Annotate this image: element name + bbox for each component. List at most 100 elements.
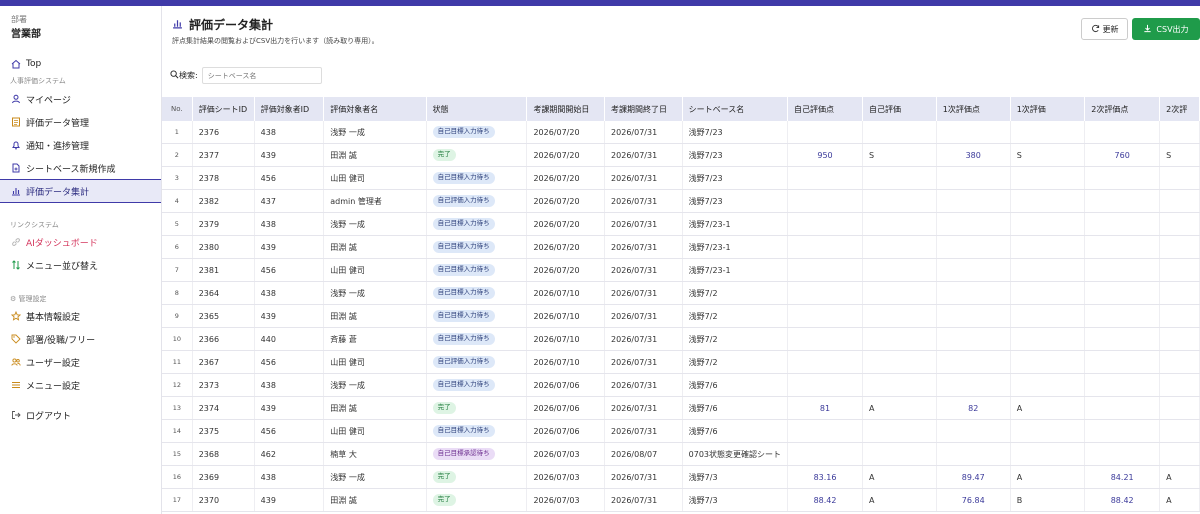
table-cell <box>1010 121 1086 144</box>
sidebar-item-label: Top <box>26 59 42 69</box>
table-cell: 2026/07/31 <box>604 465 683 489</box>
column-header[interactable]: 状態 <box>426 97 528 121</box>
table-cell: 2026/07/20 <box>526 166 606 190</box>
table-cell <box>1010 258 1086 282</box>
table-cell <box>862 419 937 443</box>
column-header[interactable]: 考課期間終了日 <box>604 97 683 121</box>
column-header[interactable]: 評価対象者ID <box>254 97 325 121</box>
table-cell: 438 <box>254 212 325 236</box>
table-cell: 2026/07/31 <box>604 396 683 420</box>
table-row[interactable]: 5 2379 438 浅野 一成 自己目標入力待ち 2026/07/20 2026/07/3… <box>162 212 1200 236</box>
table-cell: 5 <box>162 212 193 236</box>
table-cell: 山田 健司 <box>323 350 427 374</box>
table-cell: 自己目標入力待ち <box>426 304 528 328</box>
sidebar-item-basic-settings[interactable]: 基本情報設定 <box>0 305 161 327</box>
table-cell: 82 <box>936 396 1011 420</box>
table-cell: 2026/07/31 <box>604 235 683 259</box>
users-icon <box>10 357 21 368</box>
section-label-hr: 人事評価システム <box>10 77 66 85</box>
table-cell: 浅野7/2 <box>682 327 789 351</box>
table-row[interactable]: 6 2380 439 田淵 誠自己目標入力待ち 2026/07/20 2026/07/31… <box>162 235 1200 259</box>
table-header-row: No. 評価シートID 評価対象者ID 評価対象者名 状態 考課期間開始日 考課期間終了日シ… <box>162 97 1200 121</box>
column-header[interactable]: 考課期間開始日 <box>526 97 606 121</box>
table-row[interactable]: 7 2381 456 山田 健司 自己目標入力待ち 2026/07/20 2026/07/3… <box>162 258 1200 282</box>
file-plus-icon <box>10 163 21 174</box>
bar-chart-icon <box>172 18 183 32</box>
sidebar-item-new-sheet[interactable]: シートベース新規作成 <box>0 157 161 179</box>
table-cell: 2377 <box>192 143 255 167</box>
table-cell <box>1010 212 1086 236</box>
table-row[interactable]: 1 2376 438 浅野 一成 自己目標入力待ち 2026/07/20 2026/07/3… <box>162 121 1200 144</box>
column-header[interactable]: 2次評価点 <box>1084 97 1161 121</box>
sidebar-item-logout[interactable]: ログアウト <box>0 404 161 426</box>
csv-export-button[interactable]: CSV出力 <box>1132 18 1200 40</box>
table-row[interactable]: 11 2367 456 山田 健司 自己評価入力待ち 2026/07/10 2026/07/… <box>162 350 1200 374</box>
table-cell <box>1010 281 1086 305</box>
table-cell <box>1010 373 1086 397</box>
table-cell: 浅野7/3 <box>682 465 789 489</box>
column-header[interactable]: 自己評価 <box>862 97 937 121</box>
sidebar-item-label: 基本情報設定 <box>26 312 81 323</box>
table-cell: 2026/07/31 <box>604 488 683 512</box>
table-row[interactable]: 9 2365 439 田淵 誠自己目標入力待ち 2026/07/10 2026/07/31… <box>162 304 1200 328</box>
column-header[interactable]: 自己評価点 <box>787 97 864 121</box>
sidebar-item-eval-summary[interactable]: 評価データ集計 <box>0 179 161 203</box>
sidebar-item-dept-role[interactable]: 部署/役職/フリー <box>0 328 161 350</box>
table-cell <box>1010 189 1086 213</box>
table-cell <box>1084 235 1161 259</box>
sidebar-item-menu-sort[interactable]: メニュー並び替え <box>0 254 161 276</box>
table-cell: 7 <box>162 258 193 282</box>
table-row[interactable]: 8 2364 438 浅野 一成 自己目標入力待ち 2026/07/10 2026/07/3… <box>162 281 1200 305</box>
table-row[interactable]: 14 2375 456 山田 健司 自己目標入力待ち 2026/07/06 2026/07/… <box>162 419 1200 443</box>
table-cell <box>1084 419 1161 443</box>
table-cell: 9 <box>162 304 193 328</box>
table-cell: 2026/07/31 <box>604 166 683 190</box>
table-row[interactable]: 16 2369 438 浅野 一成 完了 2026/07/03 2026/07/31 浅野7/… <box>162 465 1200 489</box>
column-header[interactable]: 2次評 <box>1159 97 1200 121</box>
sidebar-item-notify[interactable]: 通知・進捗管理 <box>0 134 161 156</box>
sidebar-item-mypage[interactable]: マイページ <box>0 88 161 110</box>
sidebar-item-top[interactable]: Top <box>0 53 161 75</box>
sidebar-item-eval-data[interactable]: 評価データ管理 <box>0 111 161 133</box>
table-cell: 3 <box>162 166 193 190</box>
table-cell: A <box>862 488 937 512</box>
table-cell <box>1159 442 1200 466</box>
table-cell <box>1159 396 1200 420</box>
table-cell <box>862 166 937 190</box>
table-cell: 439 <box>254 235 325 259</box>
table-row[interactable]: 2 2377 439 田淵 誠完了 2026/07/20 2026/07/31 浅野7/23… <box>162 143 1200 167</box>
table-row[interactable]: 17 2370 439 田淵 誠完了 2026/07/03 2026/07/31 浅野7/3… <box>162 488 1200 512</box>
column-header[interactable]: No. <box>162 97 193 121</box>
table-row[interactable]: 10 2366 440 斉藤 蒼自己目標入力待ち 2026/07/10 2026/07/3… <box>162 327 1200 351</box>
table-cell: 自己評価入力待ち <box>426 350 528 374</box>
refresh-button[interactable]: 更新 <box>1081 18 1128 40</box>
table-cell <box>862 281 937 305</box>
column-header[interactable]: 1次評価 <box>1010 97 1086 121</box>
table-cell: 浅野7/23 <box>682 166 789 190</box>
sidebar-item-ai-dashboard[interactable]: AIダッシュボード <box>0 231 161 253</box>
table-cell <box>787 235 864 259</box>
page-title-text: 評価データ集計 <box>189 18 274 32</box>
column-header[interactable]: シートベース名 <box>682 97 789 121</box>
table-row[interactable]: 15 2368 462 楠草 大自己目標承認待ち 2026/07/03 2026/08/0… <box>162 442 1200 466</box>
sidebar-item-menu-settings[interactable]: メニュー設定 <box>0 374 161 396</box>
table-row[interactable]: 4 2382 437 admin 管理者 自己評価入力待ち 2026/07/20 2026/… <box>162 189 1200 213</box>
table-row[interactable]: 13 2374 439 田淵 誠完了 2026/07/06 2026/07/31 浅野7/6… <box>162 396 1200 420</box>
table-cell: 6 <box>162 235 193 259</box>
table-cell <box>936 419 1011 443</box>
search-input[interactable] <box>201 67 322 84</box>
table-row[interactable]: 12 2373 438 浅野 一成 自己目標入力待ち 2026/07/06 2026/07/… <box>162 373 1200 397</box>
column-header[interactable]: 評価シートID <box>192 97 255 121</box>
table-cell <box>1084 373 1161 397</box>
table-cell: 浅野 一成 <box>323 465 427 489</box>
sidebar: 部署 営業部 Top 人事評価システム マイページ 評価データ管理 通知・進捗管… <box>0 6 162 514</box>
table-cell: 浅野7/6 <box>682 419 789 443</box>
table-cell <box>1084 212 1161 236</box>
table-cell: 田淵 誠 <box>323 143 427 167</box>
column-header[interactable]: 評価対象者名 <box>323 97 427 121</box>
sidebar-item-user-settings[interactable]: ユーザー設定 <box>0 351 161 373</box>
table-row[interactable]: 3 2378 456 山田 健司 自己目標入力待ち 2026/07/20 2026/07/3… <box>162 166 1200 190</box>
column-header[interactable]: 1次評価点 <box>936 97 1011 121</box>
sidebar-item-label: 評価データ集計 <box>26 187 90 198</box>
table-cell: admin 管理者 <box>323 189 427 213</box>
